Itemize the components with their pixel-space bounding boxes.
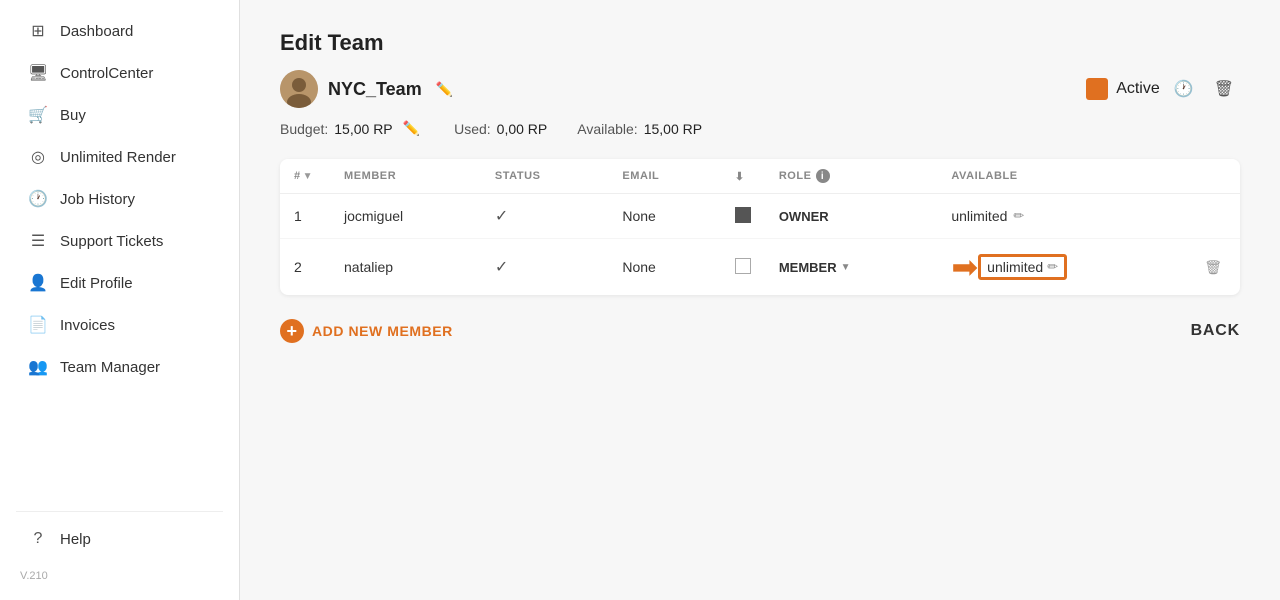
row1-delete [1186,194,1240,239]
bottom-actions: + ADD NEW MEMBER BACK [280,319,1240,343]
dashboard-icon: ⊞ [28,21,48,41]
team-avatar [280,70,318,108]
team-icon: 👥 [28,357,48,377]
sidebar-item-edit-profile[interactable]: 👤 Edit Profile [8,263,231,303]
help-icon: ? [28,530,48,548]
sidebar-item-controlcenter[interactable]: 🖥 ControlCenter [8,53,231,93]
available-value: 15,00 RP [644,121,702,137]
profile-icon: 👤 [28,273,48,293]
row1-available: unlimited ✏ [937,194,1186,239]
col-download: ⬇ [721,159,765,194]
col-member: MEMBER [330,159,481,194]
row1-check-icon: ✓ [495,208,508,225]
history-icon: 🕐 [28,189,48,209]
row2-available-cell: ➡ unlimited ✏ [937,239,1186,296]
used-value: 0,00 RP [497,121,548,137]
add-member-button[interactable]: + ADD NEW MEMBER [280,319,453,343]
team-header-row: NYC_Team ✏️ Active 🕐 🗑 [280,70,1240,108]
col-actions [1186,159,1240,194]
table-row: 2 nataliep ✓ None MEMBER ▼ [280,239,1240,296]
delete-team-icon[interactable]: 🗑 [1208,75,1240,103]
sidebar-item-dashboard[interactable]: ⊞ Dashboard [8,11,231,51]
render-icon: ◎ [28,147,48,167]
row2-color [721,239,765,296]
invoices-icon: 📄 [28,315,48,335]
sidebar-item-buy[interactable]: 🛒 Buy [8,95,231,135]
budget-edit-icon[interactable]: ✏️ [399,118,424,139]
sidebar-item-invoices[interactable]: 📄 Invoices [8,305,231,345]
col-num: # ▼ [280,159,330,194]
row1-status: ✓ [481,194,609,239]
team-name: NYC_Team [328,79,422,100]
row1-member: jocmiguel [330,194,481,239]
used-item: Used: 0,00 RP [454,121,547,137]
sidebar-item-support-tickets[interactable]: ☰ Support Tickets [8,221,231,261]
active-label: Active [1116,80,1160,98]
sidebar-item-unlimited-render[interactable]: ◎ Unlimited Render [8,137,231,177]
cart-icon: 🛒 [28,105,48,125]
sidebar: ⊞ Dashboard 🖥 ControlCenter 🛒 Buy ◎ Unli… [0,0,240,600]
row2-num: 2 [280,239,330,296]
active-badge-area: Active 🕐 🗑 [1086,75,1240,103]
available-item: Available: 15,00 RP [577,121,702,137]
monitor-icon: 🖥 [28,63,48,83]
budget-label: Budget: [280,121,328,137]
members-table: # ▼ MEMBER STATUS EMAIL ⬇ ROLE i AVAILAB… [280,159,1240,295]
download-icon[interactable]: ⬇ [735,171,745,183]
row1-available-edit-icon[interactable]: ✏ [1013,208,1024,224]
arrow-right-icon: ➡ [951,251,978,283]
available-label: Available: [577,121,637,137]
sidebar-item-team-manager[interactable]: 👥 Team Manager [8,347,231,387]
sidebar-divider [16,511,223,512]
sort-arrow-icon[interactable]: ▼ [303,171,313,182]
row2-check-icon: ✓ [495,259,508,276]
col-available: AVAILABLE [937,159,1186,194]
table-row: 1 jocmiguel ✓ None OWNER unlimited ✏ [280,194,1240,239]
row2-delete-button[interactable]: 🗑 [1200,257,1226,278]
row2-delete: 🗑 [1186,239,1240,296]
row2-available-highlighted-box: unlimited ✏ [978,254,1067,280]
main-content: Edit Team NYC_Team ✏️ Active 🕐 🗑 Budget:… [240,0,1280,600]
row2-role: MEMBER ▼ [765,239,938,296]
row1-role: OWNER [765,194,938,239]
row2-member: nataliep [330,239,481,296]
sidebar-item-job-history[interactable]: 🕐 Job History [8,179,231,219]
row2-color-square [735,258,751,274]
role-dropdown-icon[interactable]: ▼ [841,262,851,273]
arrow-highlight-area: ➡ unlimited ✏ [951,251,1172,283]
page-title: Edit Team [280,30,1240,56]
row2-email: None [608,239,720,296]
col-email: EMAIL [608,159,720,194]
row2-available-edit-icon[interactable]: ✏ [1047,259,1058,275]
back-button[interactable]: BACK [1191,322,1240,340]
add-circle-icon: + [280,319,304,343]
budget-item: Budget: 15,00 RP ✏️ [280,118,424,139]
row1-color [721,194,765,239]
row1-num: 1 [280,194,330,239]
team-name-area: NYC_Team ✏️ [280,70,457,108]
history-action-icon[interactable]: 🕐 [1168,75,1200,103]
budget-value: 15,00 RP [334,121,392,137]
team-name-edit-icon[interactable]: ✏️ [432,79,457,100]
version-label: V.210 [0,562,239,590]
col-status: STATUS [481,159,609,194]
col-role: ROLE i [765,159,938,194]
sidebar-item-help[interactable]: ? Help [8,520,231,558]
info-icon: i [816,169,830,183]
used-label: Used: [454,121,491,137]
table-header-row: # ▼ MEMBER STATUS EMAIL ⬇ ROLE i AVAILAB… [280,159,1240,194]
active-color-square [1086,78,1108,100]
tickets-icon: ☰ [28,231,48,251]
row1-email: None [608,194,720,239]
budget-row: Budget: 15,00 RP ✏️ Used: 0,00 RP Availa… [280,118,1240,139]
row1-color-square [735,207,751,223]
row2-status: ✓ [481,239,609,296]
